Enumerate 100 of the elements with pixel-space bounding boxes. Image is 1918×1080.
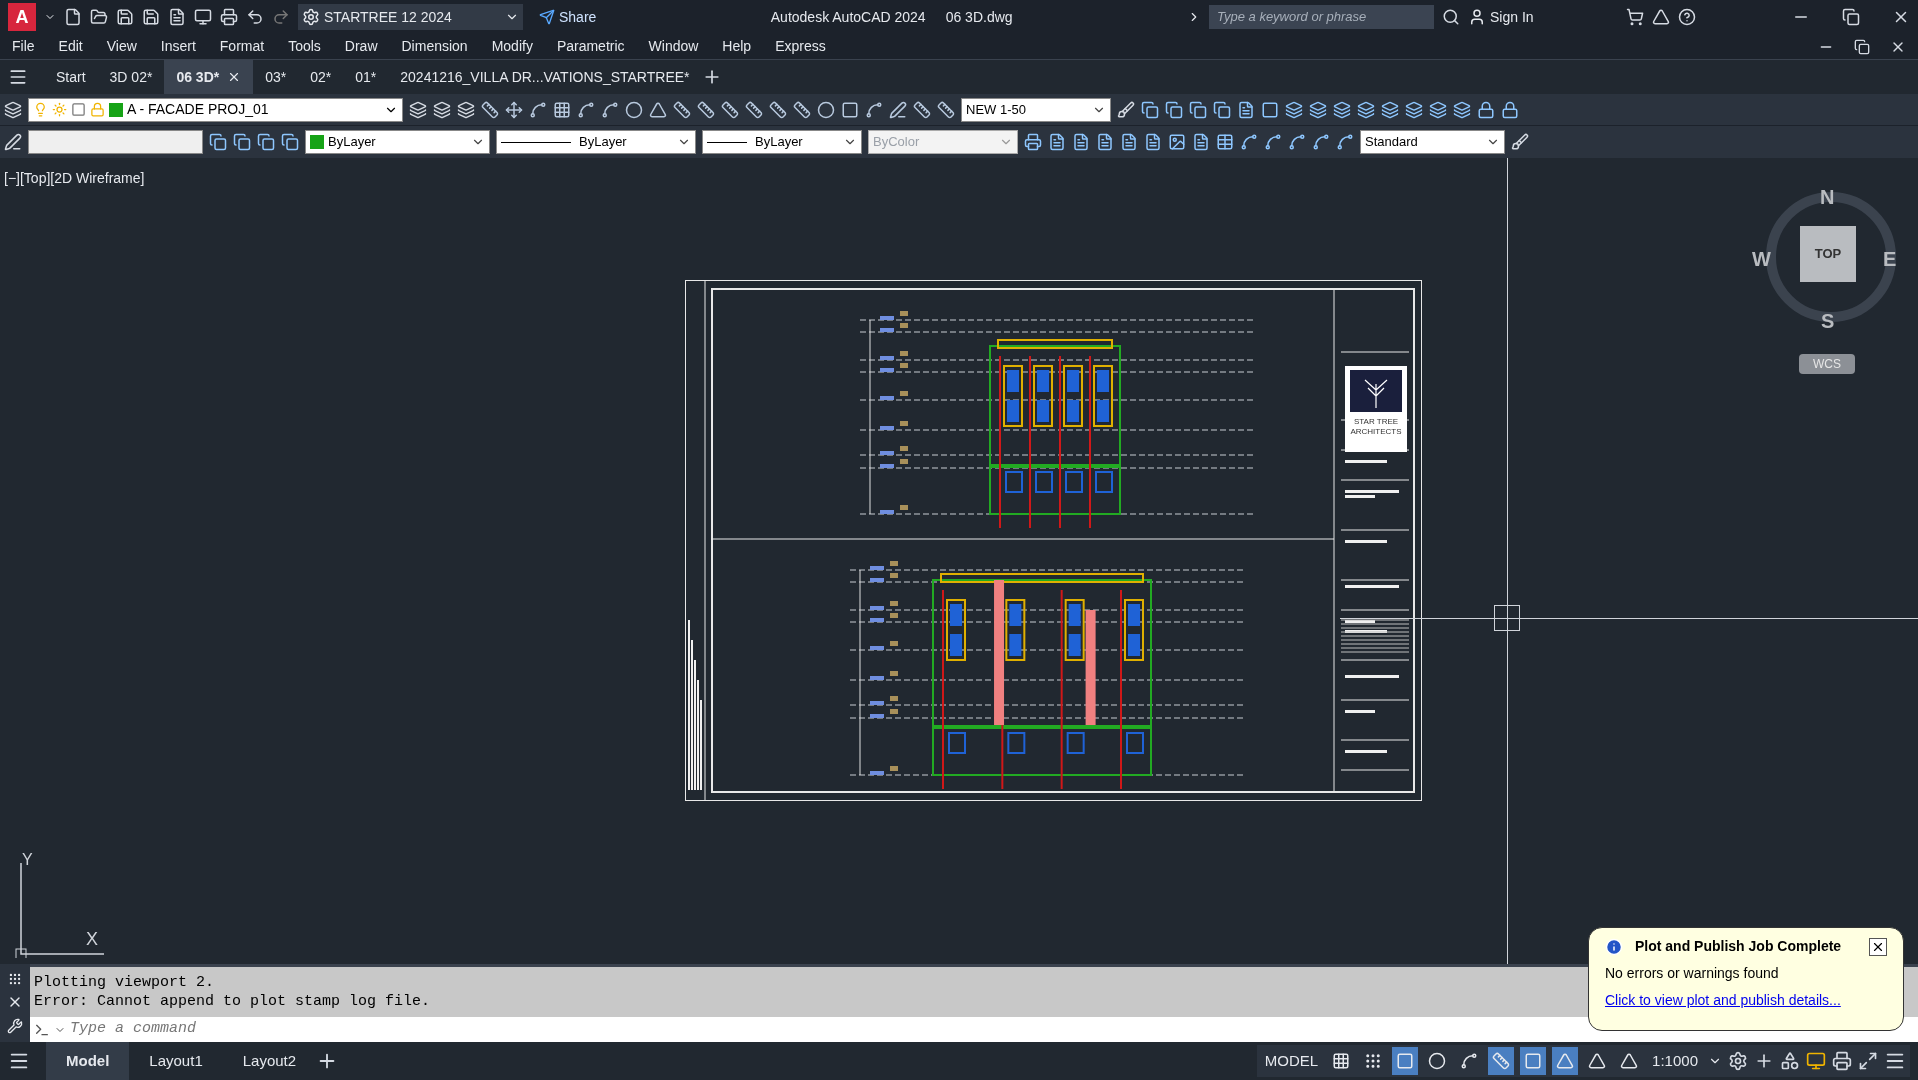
snap-icon [1364, 1052, 1383, 1070]
menu-item[interactable]: Modify [491, 36, 533, 57]
color-dropdown[interactable]: ByLayer [305, 130, 490, 154]
text-style-dropdown[interactable]: Standard [1360, 130, 1505, 154]
printer-icon[interactable] [220, 8, 238, 26]
color-swatch [310, 135, 324, 149]
layers-icon[interactable] [409, 100, 427, 119]
undo-icon[interactable] [246, 8, 264, 26]
menu-item[interactable]: Dimension [401, 36, 468, 57]
menu-item[interactable]: Tools [288, 36, 321, 57]
layers-icon[interactable] [4, 100, 22, 119]
menu-item[interactable]: Draw [344, 36, 378, 57]
tool-icon[interactable] [1072, 133, 1090, 151]
close-button[interactable] [1869, 937, 1887, 956]
ortho-toggle[interactable] [1392, 1047, 1419, 1075]
model-space-toggle[interactable]: MODEL [1260, 1049, 1323, 1073]
tool-icon[interactable] [1144, 133, 1162, 151]
menu-item[interactable]: Format [219, 36, 265, 57]
tool-icon[interactable] [1192, 133, 1210, 151]
compass-letter[interactable]: W [1752, 244, 1771, 274]
menu-item[interactable]: View [106, 36, 137, 57]
annotation-scale[interactable]: 1:1000 [1648, 1049, 1702, 1073]
triangle-icon[interactable] [1652, 8, 1670, 26]
match-properties-icon[interactable] [4, 133, 22, 151]
tool-icon[interactable] [1120, 133, 1138, 151]
file-tab[interactable]: Start [44, 60, 98, 94]
grip-icon[interactable] [8, 972, 22, 986]
file-tab[interactable]: 06 3D* [164, 60, 254, 94]
layer-dropdown[interactable]: A - FACADE PROJ_01 [28, 97, 403, 122]
fullscreen-icon[interactable] [1858, 1051, 1878, 1071]
open-folder-icon[interactable] [90, 8, 108, 26]
compass-letter[interactable]: S [1821, 306, 1835, 336]
save-as-icon[interactable] [142, 8, 160, 26]
layers-icon[interactable] [457, 100, 475, 119]
menu-item[interactable]: Window [648, 36, 699, 57]
redo-icon[interactable] [272, 8, 290, 26]
tool-icon[interactable] [1024, 133, 1042, 151]
details-link[interactable]: Click to view plot and publish details... [1605, 990, 1887, 1011]
menu-item[interactable]: Insert [160, 36, 196, 57]
compass-letter[interactable]: N [1820, 182, 1835, 212]
printer-icon[interactable] [1832, 1051, 1852, 1071]
menu-icon[interactable] [8, 67, 28, 87]
tool-icon[interactable] [1288, 133, 1306, 151]
tool-icon[interactable] [1096, 133, 1114, 151]
search-icon[interactable] [1442, 8, 1460, 26]
tool-icon[interactable] [1264, 133, 1282, 151]
share-button[interactable]: Share [539, 6, 597, 28]
tool-icon[interactable] [1240, 133, 1258, 151]
viewport-label[interactable]: [−][Top][2D Wireframe] [4, 168, 145, 189]
search-field[interactable]: Type a keyword or phrase [1209, 5, 1434, 29]
tool-icon[interactable] [1168, 133, 1186, 151]
compass-letter[interactable]: E [1883, 244, 1897, 274]
viewcube-face[interactable]: TOP [1800, 226, 1856, 282]
menu-item[interactable]: Parametric [556, 36, 625, 57]
osnap-toggle[interactable] [1520, 1047, 1547, 1075]
menu-item[interactable]: Express [775, 36, 826, 57]
file-tab[interactable]: 02* [298, 60, 344, 94]
brush-icon[interactable] [1511, 133, 1529, 151]
shapes-icon[interactable] [1780, 1051, 1800, 1071]
restore-icon[interactable] [1842, 8, 1860, 26]
linetype-dropdown[interactable]: ByLayer [496, 130, 696, 154]
ruler-icon [1492, 1052, 1511, 1070]
help-icon[interactable] [1678, 8, 1696, 26]
pickbox [1494, 605, 1520, 631]
lineweight-dropdown[interactable]: ByLayer [702, 130, 862, 154]
dimension-style-dropdown[interactable]: NEW 1-50 [961, 97, 1111, 122]
file-tab[interactable]: 01* [343, 60, 389, 94]
command-history-line: Plotting viewport 2. [34, 973, 215, 992]
brush-icon[interactable] [1117, 100, 1135, 119]
app-logo[interactable]: A [8, 3, 36, 31]
ruler-toggle[interactable] [1488, 1047, 1515, 1075]
layout-tab[interactable]: Layout1 [129, 1042, 223, 1080]
tool-icon[interactable] [1312, 133, 1330, 151]
line-sample [501, 141, 571, 143]
command-field[interactable] [28, 130, 203, 154]
gear-icon[interactable] [1728, 1051, 1748, 1071]
workspace-dropdown[interactable]: STARTREE 12 2024 [298, 4, 523, 30]
sign-in-button[interactable]: Sign In [1468, 6, 1618, 28]
layout-tab[interactable]: Layout2 [222, 1042, 317, 1080]
annotation-toggle[interactable] [1552, 1047, 1579, 1075]
menu-item[interactable]: File [12, 36, 35, 57]
cart-icon[interactable] [1626, 8, 1644, 26]
layers-icon[interactable] [433, 100, 451, 119]
file-tab[interactable]: 3D 02* [97, 60, 165, 94]
menu-item[interactable]: Help [722, 36, 752, 57]
file-tab[interactable]: 20241216_VILLA DR...VATIONS_STARTREE* [388, 60, 702, 94]
document-icon[interactable] [168, 8, 186, 26]
polar-icon [1428, 1052, 1447, 1070]
tool-icon[interactable] [1336, 133, 1354, 151]
layout-tab[interactable]: Model [46, 1042, 130, 1080]
menu-item[interactable]: Edit [58, 36, 83, 57]
monitor-icon[interactable] [1806, 1051, 1826, 1071]
tool-icon[interactable] [1048, 133, 1066, 151]
save-icon[interactable] [116, 8, 134, 26]
device-icon[interactable] [194, 8, 212, 26]
file-tab[interactable]: 03* [253, 60, 299, 94]
new-file-icon[interactable] [64, 8, 82, 26]
restore-icon[interactable] [1854, 38, 1870, 55]
wrench-icon[interactable] [7, 1018, 23, 1034]
tool-icon[interactable] [1216, 133, 1234, 151]
